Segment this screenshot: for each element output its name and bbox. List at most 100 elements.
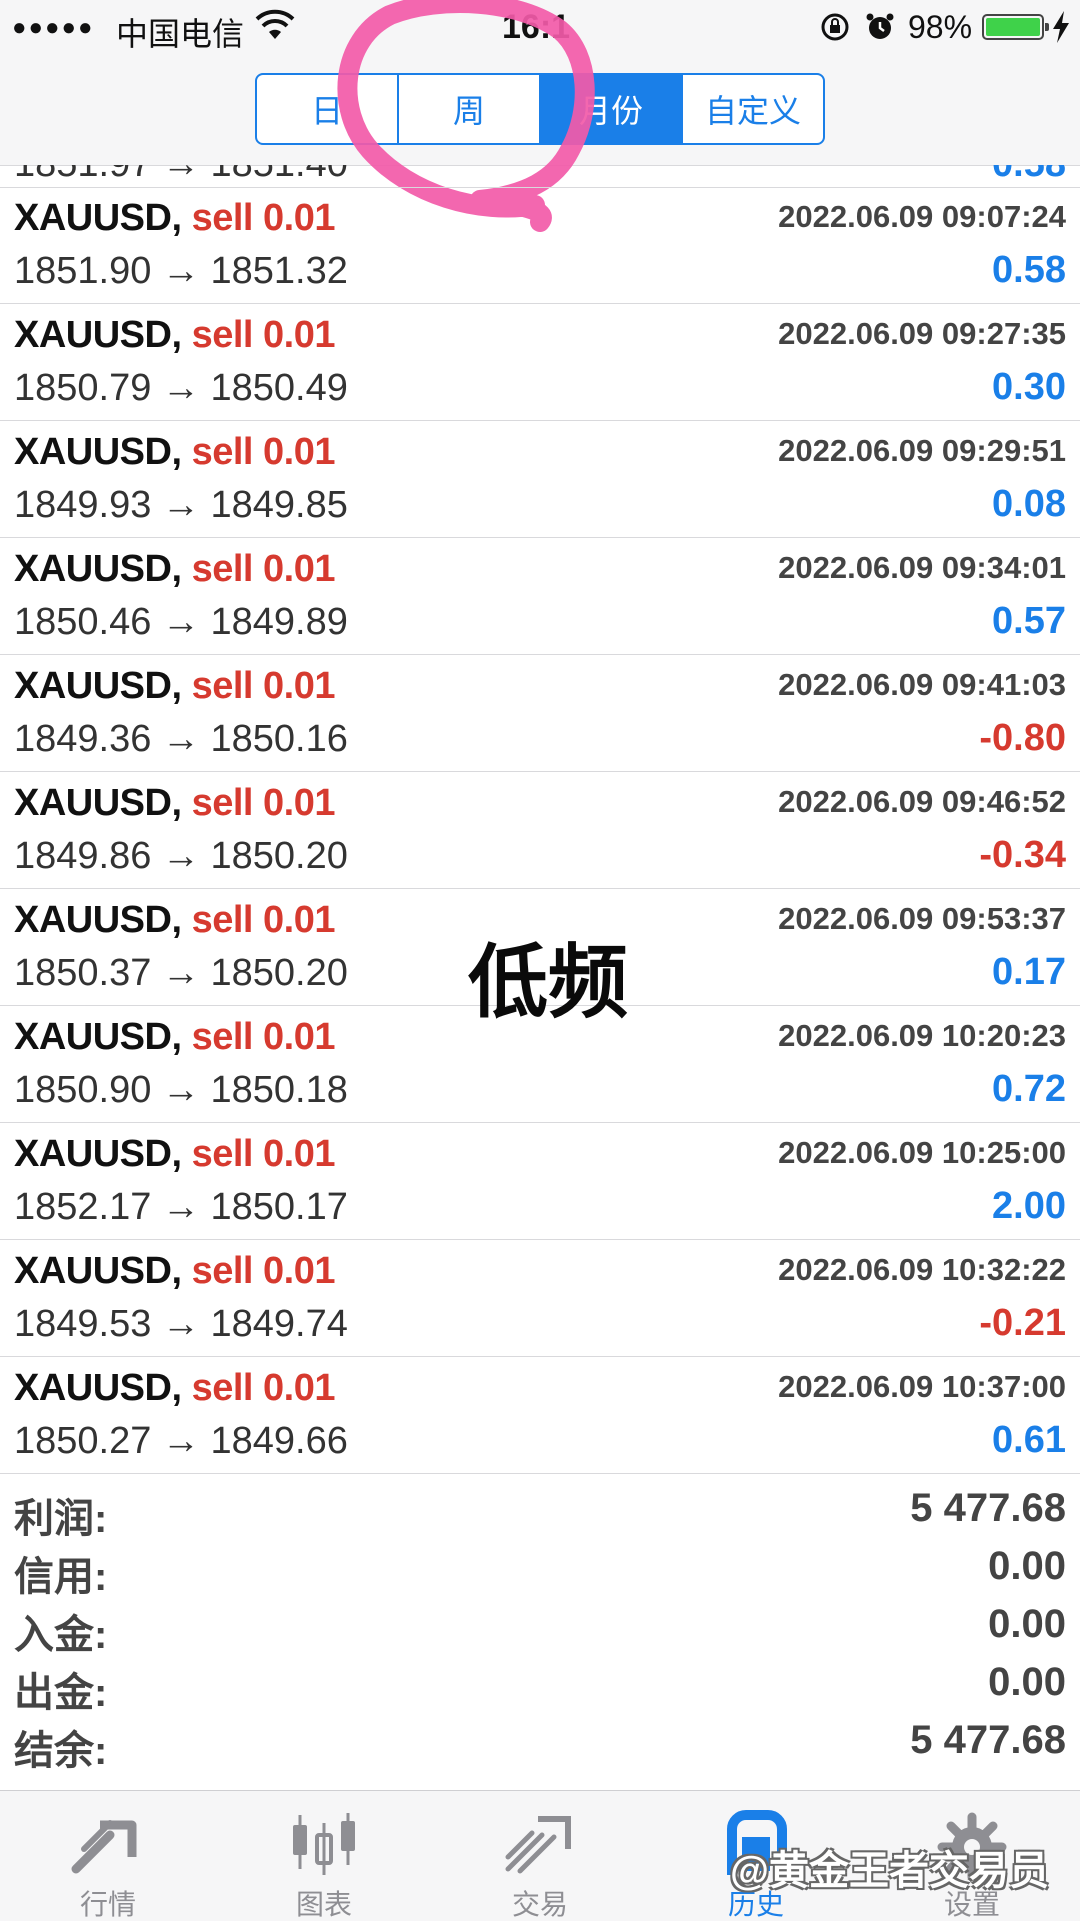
trade-time: 2022.06.09 09:46:52 [778,784,1066,819]
trade-time: 2022.06.09 09:27:35 [778,316,1066,351]
summary-row: 结余: 5 477.68 [0,1712,1080,1773]
summary-value: 0.00 [988,1602,1066,1646]
trade-symbol: XAUUSD, sell 0.01 [14,1133,336,1175]
trade-symbol: XAUUSD, sell 0.01 [14,431,336,473]
trade-time: 2022.06.09 09:41:03 [778,667,1066,702]
table-row[interactable]: XAUUSD, sell 0.01 2022.06.09 10:32:22 1849… [0,1240,1080,1357]
tab-quotes[interactable]: 行情 [0,1791,216,1921]
trade-side: sell 0.01 [191,899,336,941]
trade-side: sell 0.01 [191,1133,336,1175]
trade-prices: 1849.93 → 1849.85 [14,484,348,526]
trade-prices: 1850.46 → 1849.89 [14,601,348,643]
trade-time: 2022.06.09 10:25:00 [778,1135,1066,1170]
trade-profit: 0.61 [992,1419,1066,1461]
summary-value: 0.00 [988,1660,1066,1704]
trade-profit: 0.58 [992,249,1066,291]
trade-time: 2022.06.09 10:20:23 [778,1018,1066,1053]
trade-symbol: XAUUSD, sell 0.01 [14,1016,336,1058]
period-tab-day[interactable]: 日 [257,75,399,143]
summary-label: 信用: [14,1555,108,1599]
summary-label: 利润: [14,1497,108,1541]
trade-profit: -0.80 [979,717,1066,759]
summary-value: 5 477.68 [910,1486,1066,1530]
chart-icon [293,1813,355,1875]
alarm-icon [866,13,894,39]
trade-profit: 2.00 [992,1185,1066,1227]
trade-prices: 1850.90 → 1850.18 [14,1069,348,1111]
trade-prices: 1850.27 → 1849.66 [14,1420,348,1462]
watermark: @黄金王者交易员 [730,1849,1050,1893]
trade-side: sell 0.01 [191,314,336,356]
trade-prices: 1850.79 → 1850.49 [14,367,348,409]
trade-prices: 1849.36 → 1850.16 [14,718,348,760]
trade-symbol: XAUUSD, sell 0.01 [14,899,336,941]
table-row[interactable]: XAUUSD, sell 0.01 2022.06.09 09:07:24 1851… [0,187,1080,304]
table-row[interactable]: XAUUSD, sell 0.01 2022.06.09 09:46:52 1849… [0,772,1080,889]
trade-side: sell 0.01 [191,665,336,707]
trade-symbol: XAUUSD, sell 0.01 [14,197,336,239]
summary-row: 入金: 0.00 [0,1596,1080,1657]
clock: 16:1 [502,8,571,46]
trade-side: sell 0.01 [191,782,336,824]
trade-prices: 1850.37 → 1850.20 [14,952,348,994]
table-row[interactable]: XAUUSD, sell 0.01 2022.06.09 10:25:00 1852… [0,1123,1080,1240]
summary-label: 出金: [14,1671,108,1715]
rotation-lock-icon [821,13,849,41]
period-tab-week[interactable]: 周 [399,75,541,143]
summary-row: 利润: 5 477.68 [0,1480,1080,1541]
trade-prices: 1849.86 → 1850.20 [14,835,348,877]
overlay-caption: 低频 [468,938,628,1027]
period-tab-custom[interactable]: 自定义 [683,75,823,143]
list-item-partial: 1851.97 → 1851.40 0.58 [0,165,1080,188]
table-row[interactable]: XAUUSD, sell 0.01 2022.06.09 09:41:03 1849… [0,655,1080,772]
trade-time: 2022.06.09 10:32:22 [778,1252,1066,1287]
account-summary: 利润: 5 477.68 信用: 0.00 入金: 0.00 出金: 0.00 结余: 5 477… [0,1480,1080,1773]
trade-prices: 1852.17 → 1850.17 [14,1186,348,1228]
period-segmented-control: 日 周 月份 自定义 [255,73,825,145]
trade-side: sell 0.01 [191,548,336,590]
trade-side: sell 0.01 [191,1016,336,1058]
tab-chart[interactable]: 图表 [216,1791,432,1921]
trade-profit: -0.21 [979,1302,1066,1344]
signal-strength: ●●●●● [12,14,95,41]
trade-profit: -0.34 [979,834,1066,876]
trade-time: 2022.06.09 09:53:37 [778,901,1066,936]
charging-icon [1053,11,1069,43]
trade-symbol: XAUUSD, sell 0.01 [14,1367,336,1409]
trade-icon [505,1816,571,1874]
battery-percent: 98% [908,9,973,45]
trade-side: sell 0.01 [191,1367,336,1409]
trade-symbol: XAUUSD, sell 0.01 [14,314,336,356]
trade-history-list[interactable]: XAUUSD, sell 0.01 2022.06.09 09:07:24 1851… [0,187,1080,1474]
trade-side: sell 0.01 [191,197,336,239]
wifi-icon [255,9,295,39]
carrier-name: 中国电信 [116,16,245,52]
trade-symbol: XAUUSD, sell 0.01 [14,665,336,707]
trade-prices: 1851.90 → 1851.32 [14,250,348,292]
period-tab-month[interactable]: 月份 [541,75,683,143]
trade-time: 2022.06.09 10:37:00 [778,1369,1066,1404]
table-row[interactable]: XAUUSD, sell 0.01 2022.06.09 09:29:51 1849… [0,421,1080,538]
battery-icon [982,14,1049,40]
summary-label: 入金: [14,1613,108,1657]
trade-symbol: XAUUSD, sell 0.01 [14,548,336,590]
trade-side: sell 0.01 [191,431,336,473]
trade-profit: 0.08 [992,483,1066,525]
period-header: 日 周 月份 自定义 [0,55,1080,166]
tab-trade[interactable]: 交易 [432,1791,648,1921]
trade-profit: 0.30 [992,366,1066,408]
summary-row: 信用: 0.00 [0,1538,1080,1599]
status-bar: ●●●●● 中国电信 16:1 98% [0,0,1080,55]
trade-profit: 0.17 [992,951,1066,993]
trade-time: 2022.06.09 09:34:01 [778,550,1066,585]
table-row[interactable]: XAUUSD, sell 0.01 2022.06.09 09:34:01 1850… [0,538,1080,655]
summary-value: 5 477.68 [910,1718,1066,1762]
trade-time: 2022.06.09 09:07:24 [778,199,1066,234]
trade-side: sell 0.01 [191,1250,336,1292]
trade-symbol: XAUUSD, sell 0.01 [14,782,336,824]
summary-label: 结余: [14,1729,108,1773]
table-row[interactable]: XAUUSD, sell 0.01 2022.06.09 10:37:00 1850… [0,1357,1080,1474]
table-row[interactable]: XAUUSD, sell 0.01 2022.06.09 09:27:35 1850… [0,304,1080,421]
trade-time: 2022.06.09 09:29:51 [778,433,1066,468]
trade-prices: 1849.53 → 1849.74 [14,1303,348,1345]
